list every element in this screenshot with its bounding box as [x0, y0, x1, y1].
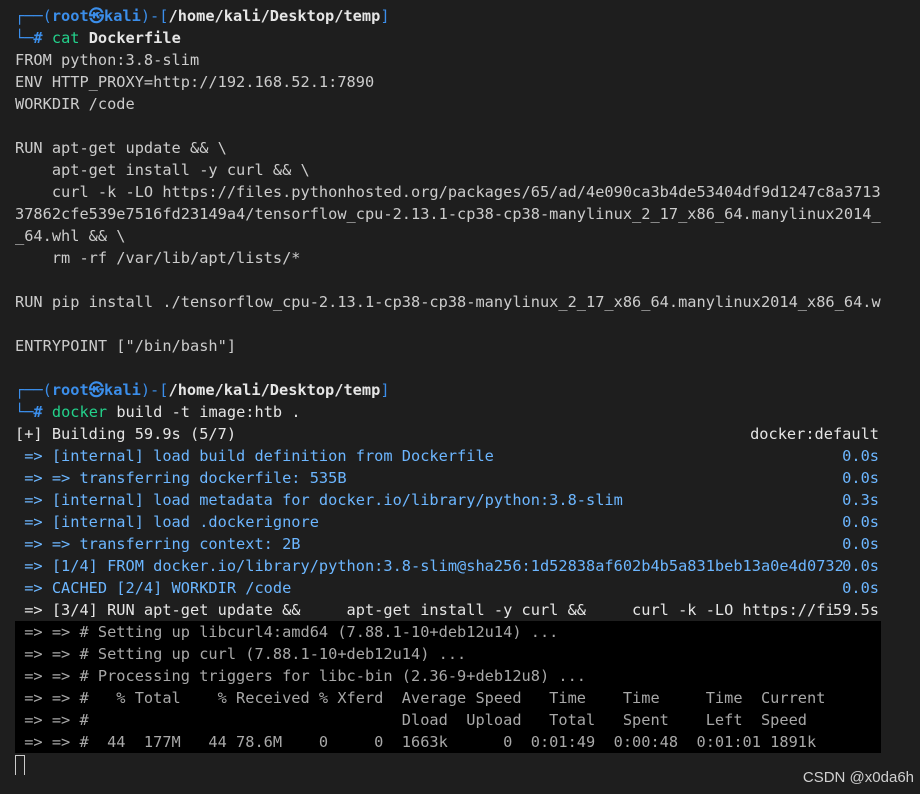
step-time: 0.0s [842, 535, 879, 553]
skull-icon: ㉿ [88, 381, 104, 399]
dockerfile-line [15, 269, 881, 291]
step-time: 0.0s [842, 513, 879, 531]
build-steps: => [internal] load build definition from… [15, 445, 881, 621]
build-step: => [1/4] FROM docker.io/library/python:3… [15, 555, 881, 577]
dockerfile-line: RUN pip install ./tensorflow_cpu-2.13.1-… [15, 293, 881, 311]
prompt-line-1: ┌──(root㉿kali)-[/home/kali/Desktop/temp] [15, 7, 390, 25]
dockerfile-line: curl -k -LO https://files.pythonhosted.o… [15, 183, 881, 201]
dockerfile-line: WORKDIR /code [15, 95, 135, 113]
watermark: CSDN @x0da6h [802, 769, 914, 786]
step-text: => [internal] load metadata for docker.i… [15, 491, 623, 509]
step-time: 0.0s [842, 579, 879, 597]
dockerfile-line [15, 115, 881, 137]
dockerfile-content: FROM python:3.8-slim ENV HTTP_PROXY=http… [15, 49, 881, 379]
command-name: cat [51, 29, 80, 47]
dockerfile-line: 37862cfe539e7516fd23149a4/tensorflow_cpu… [15, 205, 881, 223]
build-context: docker:default [750, 425, 879, 443]
log-line: => => # Setting up curl (7.88.1-10+deb12… [15, 645, 467, 663]
step-text: => [3/4] RUN apt-get update && apt-get i… [15, 601, 835, 619]
build-step: => [internal] load .dockerignore 0.0s [15, 511, 881, 533]
command-line-1: └─# cat Dockerfile [15, 29, 181, 47]
dockerfile-line [15, 357, 881, 379]
cursor-line[interactable] [15, 753, 881, 775]
build-step: => => transferring context: 2B 0.0s [15, 533, 881, 555]
build-step: => => transferring dockerfile: 535B 0.0s [15, 467, 881, 489]
step-time: 0.3s [842, 491, 879, 509]
running-step: => [3/4] RUN apt-get update && apt-get i… [15, 599, 881, 621]
build-status: [+] Building 59.9s (5/7) [15, 425, 237, 443]
prompt-path: /home/kali/Desktop/temp [168, 7, 381, 25]
dockerfile-line: ENV HTTP_PROXY=http://192.168.52.1:7890 [15, 73, 375, 91]
prompt-host: kali [104, 7, 141, 25]
dockerfile-line: ENTRYPOINT ["/bin/bash"] [15, 337, 237, 355]
terminal-output: ┌──(root㉿kali)-[/home/kali/Desktop/temp]… [15, 5, 881, 775]
command-args: Dockerfile [88, 29, 181, 47]
build-header: [+] Building 59.9s (5/7) docker:default [15, 423, 881, 445]
skull-icon: ㉿ [88, 7, 104, 25]
terminal-cursor [15, 754, 25, 775]
build-step: => [internal] load metadata for docker.i… [15, 489, 881, 511]
log-line: => => # % Total % Received % Xferd Avera… [15, 689, 826, 707]
prompt-user: root [51, 7, 89, 25]
step-time: 0.0s [842, 557, 879, 575]
dockerfile-line: _64.whl && \ [15, 227, 126, 245]
step-text: => [internal] load .dockerignore [15, 513, 319, 531]
command-line-2: └─# docker build -t image:htb . [15, 403, 301, 421]
step-time: 59.5s [832, 601, 879, 619]
step-text: => CACHED [2/4] WORKDIR /code [15, 579, 292, 597]
step-text: => [internal] load build definition from… [15, 447, 494, 465]
prompt-host: kali [104, 381, 141, 399]
prompt-path: /home/kali/Desktop/temp [168, 381, 381, 399]
log-line: => => # Setting up libcurl4:amd64 (7.88.… [15, 623, 559, 641]
dockerfile-line: rm -rf /var/lib/apt/lists/* [15, 249, 301, 267]
log-line: => => # 44 177M 44 78.6M 0 0 1663k 0 0:0… [15, 733, 817, 751]
step-text: => [1/4] FROM docker.io/library/python:3… [15, 557, 844, 575]
prompt-user: root [51, 381, 89, 399]
command-args: build -t image:htb . [116, 403, 301, 421]
step-time: 0.0s [842, 447, 879, 465]
step-log-panel: => => # Setting up libcurl4:amd64 (7.88.… [15, 621, 881, 753]
log-line: => => # Processing triggers for libc-bin… [15, 667, 586, 685]
dockerfile-line: FROM python:3.8-slim [15, 51, 200, 69]
step-text: => => transferring dockerfile: 535B [15, 469, 347, 487]
step-time: 0.0s [842, 469, 879, 487]
step-text: => => transferring context: 2B [15, 535, 301, 553]
prompt-line-2: ┌──(root㉿kali)-[/home/kali/Desktop/temp] [15, 381, 390, 399]
dockerfile-line: RUN apt-get update && \ [15, 139, 227, 157]
build-step: => CACHED [2/4] WORKDIR /code 0.0s [15, 577, 881, 599]
command-name: docker [51, 403, 108, 421]
build-step: => [internal] load build definition from… [15, 445, 881, 467]
dockerfile-line: apt-get install -y curl && \ [15, 161, 310, 179]
dockerfile-line [15, 313, 881, 335]
log-line: => => # Dload Upload Total Spent Left Sp… [15, 711, 808, 729]
